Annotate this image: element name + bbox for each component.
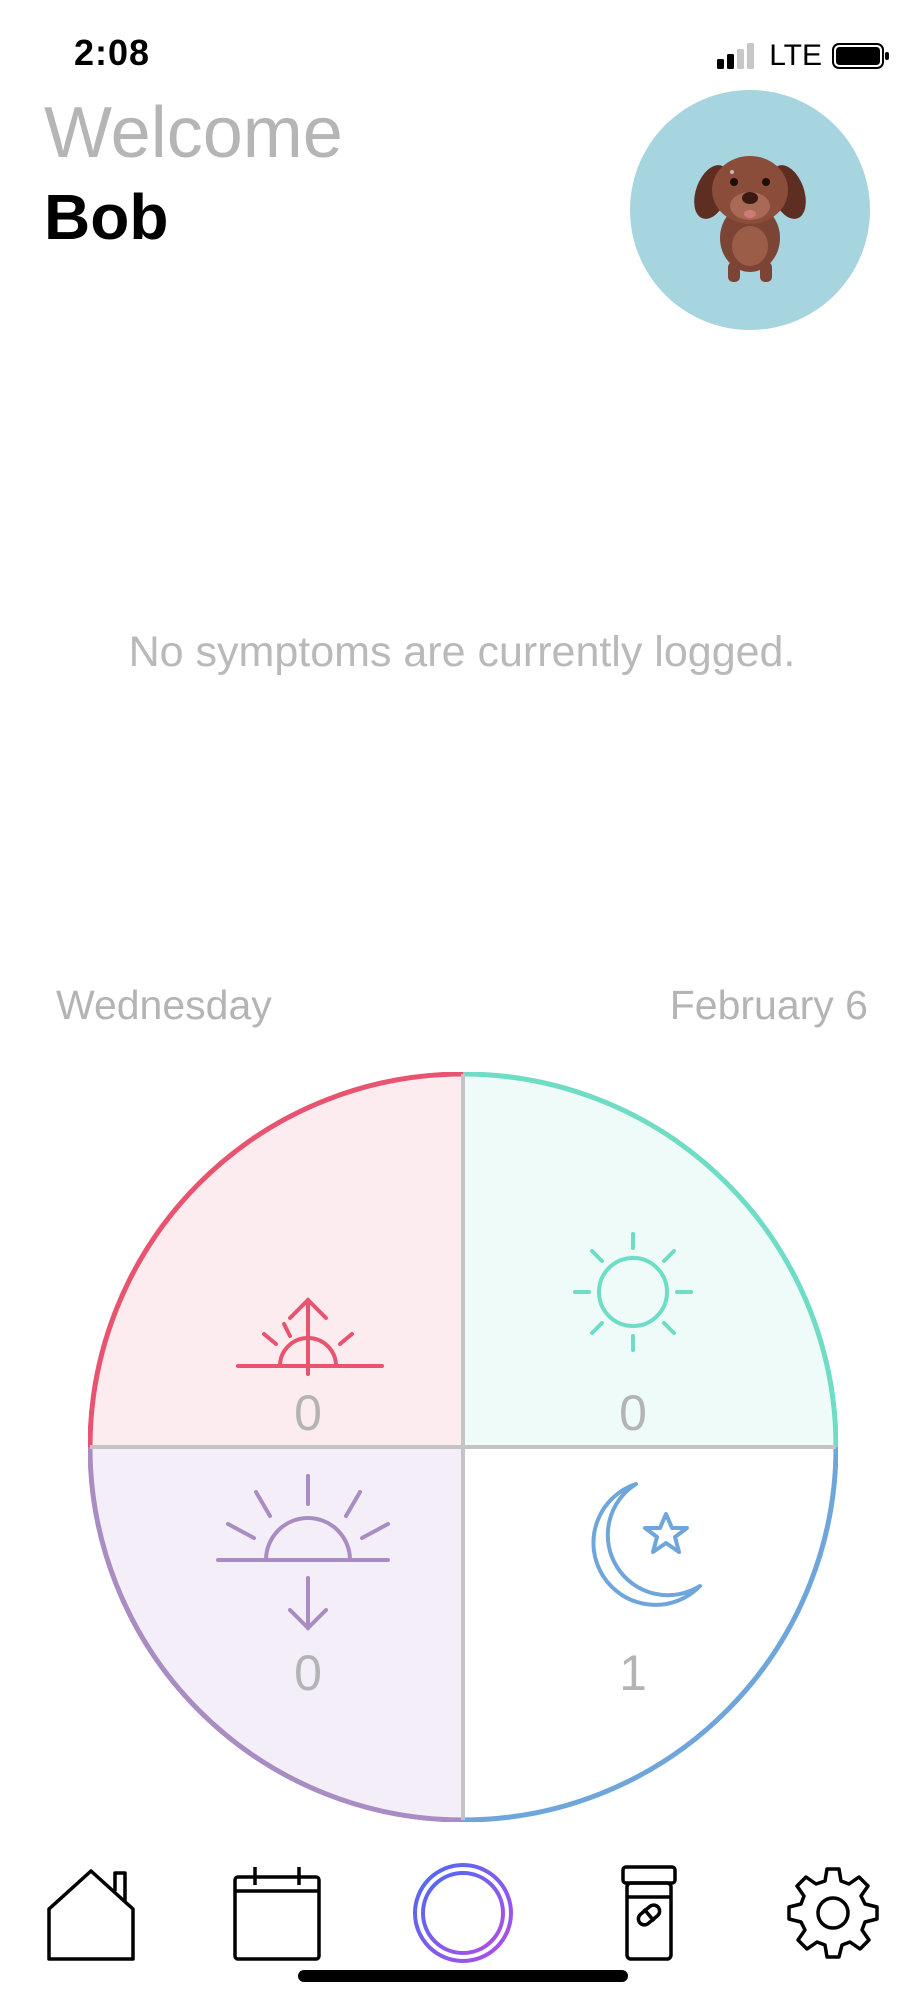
tab-home[interactable]: [38, 1858, 148, 1968]
pill-bottle-icon: [621, 1865, 677, 1961]
network-label: LTE: [769, 39, 822, 72]
evening-count: 0: [294, 1645, 322, 1701]
weekday-label: Wednesday: [56, 982, 272, 1028]
tab-calendar[interactable]: [222, 1858, 332, 1968]
tab-settings[interactable]: [778, 1858, 888, 1968]
tab-medication[interactable]: [594, 1858, 704, 1968]
signal-icon: [717, 43, 755, 69]
morning-count: 0: [294, 1385, 322, 1441]
user-name: Bob: [44, 181, 169, 253]
gear-icon: [787, 1867, 879, 1959]
no-symptoms-message: No symptoms are currently logged.: [128, 628, 796, 676]
quadrant-afternoon[interactable]: 0: [462, 1072, 838, 1448]
quadrant-morning[interactable]: 0: [88, 1072, 464, 1448]
quadrant-night[interactable]: 1: [462, 1446, 838, 1822]
tab-add[interactable]: [408, 1858, 518, 1968]
home-indicator: [298, 1970, 628, 1982]
dog-avatar-icon: [694, 156, 806, 282]
tab-bar: [0, 1858, 924, 1968]
home-icon: [47, 1869, 135, 1961]
welcome-heading: Welcome: [44, 93, 343, 173]
date-label: February 6: [669, 982, 868, 1028]
status-indicators: LTE: [717, 39, 890, 72]
quadrant-evening[interactable]: 0: [88, 1446, 464, 1822]
afternoon-count: 0: [619, 1385, 647, 1441]
calendar-icon: [233, 1867, 321, 1961]
night-count: 1: [619, 1645, 647, 1701]
add-icon: [413, 1863, 513, 1963]
avatar[interactable]: [630, 90, 870, 330]
day-period-wheel: 0 0 0 1: [88, 1072, 838, 1822]
battery-icon: [832, 43, 889, 69]
status-time: 2:08: [74, 32, 151, 73]
